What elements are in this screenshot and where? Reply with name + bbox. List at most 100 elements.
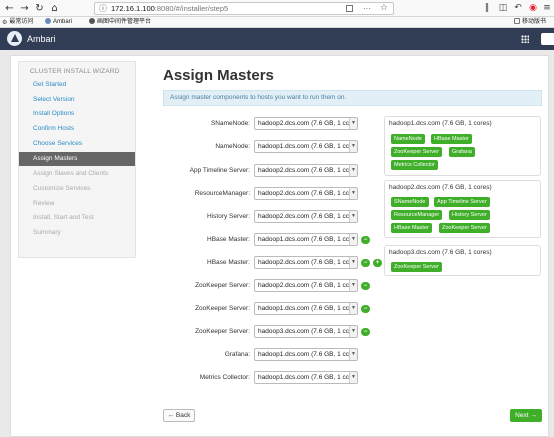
info-alert: Assign master components to hosts you wa…	[163, 90, 542, 106]
sidebar-item-get-started[interactable]: Get Started	[19, 78, 135, 92]
component-label: ZooKeeper Server:	[195, 305, 250, 312]
sidebar-item-install-options[interactable]: Install Options	[19, 107, 135, 121]
component-label: ZooKeeper Server:	[195, 328, 250, 335]
sidebar-item-select-version[interactable]: Select Version	[19, 93, 135, 107]
chevron-down-icon: ▼	[349, 280, 357, 291]
ambari-logo-icon	[7, 31, 22, 46]
host-title: hadoop1.dcs.com (7.6 GB, 1 cores)	[389, 120, 492, 127]
component-chip: SNameNode	[391, 197, 429, 207]
component-chip: NameNode	[391, 134, 425, 144]
chevron-down-icon: ▼	[349, 118, 357, 129]
host-select[interactable]: hadoop2.dcs.com (7.6 GB, 1 cc ▼	[254, 210, 358, 223]
component-chip: HBase Master	[391, 223, 432, 233]
component-chip: Metrics Collector	[391, 160, 438, 170]
assignment-row: ZooKeeper Server: hadoop3.dcs.com (7.6 G…	[130, 325, 380, 339]
reload-icon[interactable]: ↻	[33, 2, 46, 15]
host-select[interactable]: hadoop2.dcs.com (7.6 GB, 1 cc ▼	[254, 164, 358, 177]
host-select[interactable]: hadoop1.dcs.com (7.6 GB, 1 cc ▼	[254, 233, 358, 246]
host-select[interactable]: hadoop2.dcs.com (7.6 GB, 1 cc ▼	[254, 256, 358, 269]
component-chip: HBase Master	[431, 134, 472, 144]
component-label: Grafana:	[224, 351, 250, 358]
component-chip: App Timeline Server	[434, 197, 490, 207]
component-chip: History Server	[449, 210, 490, 220]
component-label: Metrics Collector:	[199, 374, 250, 381]
host-select[interactable]: hadoop3.dcs.com (7.6 GB, 1 cc ▼	[254, 325, 358, 338]
sidebar-title: CLUSTER INSTALL WIZARD	[30, 68, 120, 75]
host-select[interactable]: hadoop1.dcs.com (7.6 GB, 1 cc ▼	[254, 348, 358, 361]
bookmark-ambari[interactable]: Ambari	[45, 17, 72, 28]
qr-code-icon[interactable]	[346, 5, 353, 12]
wizard-sidebar: CLUSTER INSTALL WIZARD Get Started Selec…	[18, 61, 136, 258]
component-label: NameNode:	[215, 143, 250, 150]
component-label: SNameNode:	[210, 120, 250, 127]
home-icon[interactable]: ⌂	[48, 2, 61, 15]
remove-icon[interactable]: −	[361, 305, 370, 313]
host-select[interactable]: hadoop2.dcs.com (7.6 GB, 1 cc ▼	[254, 117, 358, 130]
undo-icon[interactable]: ↶	[512, 2, 524, 15]
component-chip: ZooKeeper Server	[391, 262, 442, 272]
chevron-down-icon: ▼	[349, 257, 357, 268]
user-menu-button[interactable]	[541, 33, 554, 45]
back-button[interactable]: ← Back	[163, 409, 195, 422]
add-icon[interactable]: +	[373, 259, 382, 267]
back-arrow-icon[interactable]: ←	[3, 2, 16, 15]
page-actions-icon[interactable]: ···	[363, 3, 371, 14]
app-name: Ambari	[27, 34, 56, 44]
component-label: HBase Master:	[207, 236, 250, 243]
component-chip: ResourceManager	[391, 210, 443, 220]
sidebar-item-assign-slaves: Assign Slaves and Clients	[33, 170, 109, 177]
host-select[interactable]: hadoop1.dcs.com (7.6 GB, 1 cc ▼	[254, 371, 358, 384]
sidebar-item-confirm-hosts[interactable]: Confirm Hosts	[19, 122, 135, 136]
folder-icon	[514, 18, 520, 24]
forward-arrow-icon[interactable]: →	[18, 2, 31, 15]
chevron-down-icon: ▼	[349, 303, 357, 314]
info-icon[interactable]: ⓘ	[99, 3, 107, 14]
assignment-row: ZooKeeper Server: hadoop2.dcs.com (7.6 G…	[130, 279, 380, 293]
chevron-down-icon: ▼	[349, 141, 357, 152]
address-bar[interactable]: ⓘ 172.16.1.100:8080/#/installer/step5 ··…	[94, 2, 394, 15]
library-icon[interactable]: ‖	[481, 2, 493, 15]
assignment-row: HBase Master: hadoop2.dcs.com (7.6 GB, 1…	[130, 256, 382, 270]
component-label: App Timeline Server:	[189, 167, 250, 174]
sidebar-item-install-start-test: Install, Start and Test	[33, 214, 94, 221]
host-card: hadoop1.dcs.com (7.6 GB, 1 cores) NameNo…	[384, 116, 541, 176]
component-chip: ZooKeeper Server	[439, 223, 490, 233]
sidebar-icon[interactable]: ◫	[497, 2, 509, 15]
menu-icon[interactable]: ≡	[541, 2, 553, 15]
next-button[interactable]: Next →	[510, 409, 542, 422]
host-select[interactable]: hadoop1.dcs.com (7.6 GB, 1 cc ▼	[254, 302, 358, 315]
bookmark-star-icon[interactable]: ☆	[380, 3, 388, 14]
assignment-row: Metrics Collector: hadoop1.dcs.com (7.6 …	[130, 371, 380, 385]
sidebar-item-assign-masters[interactable]: Assign Masters	[19, 152, 135, 166]
host-card: hadoop3.dcs.com (7.6 GB, 1 cores) ZooKee…	[384, 245, 541, 276]
globe-icon	[45, 18, 51, 24]
address-url: 172.16.1.100:8080/#/installer/step5	[111, 4, 229, 13]
remove-icon[interactable]: −	[361, 236, 370, 244]
remove-icon[interactable]: −	[361, 259, 370, 267]
apps-grid-icon[interactable]	[521, 35, 529, 43]
component-label: ZooKeeper Server:	[195, 282, 250, 289]
remove-icon[interactable]: −	[361, 282, 370, 290]
host-title: hadoop3.dcs.com (7.6 GB, 1 cores)	[389, 249, 492, 256]
remove-icon[interactable]: −	[361, 328, 370, 336]
host-select[interactable]: hadoop1.dcs.com (7.6 GB, 1 cc ▼	[254, 140, 358, 153]
extension-icon[interactable]: ◉	[527, 2, 539, 15]
chevron-down-icon: ▼	[349, 349, 357, 360]
assignment-row: Grafana: hadoop1.dcs.com (7.6 GB, 1 cc ▼	[130, 348, 380, 362]
host-select[interactable]: hadoop2.dcs.com (7.6 GB, 1 cc ▼	[254, 279, 358, 292]
bookmark-mobile[interactable]: 移动版书	[514, 17, 546, 28]
chevron-down-icon: ▼	[349, 165, 357, 176]
chevron-down-icon: ▼	[349, 188, 357, 199]
bookmark-platform[interactable]: 画图中间件管理平台	[89, 17, 151, 28]
chevron-down-icon: ▼	[349, 372, 357, 383]
chevron-down-icon: ▼	[349, 211, 357, 222]
browser-toolbar: ← → ↻ ⌂ ⓘ 172.16.1.100:8080/#/installer/…	[0, 0, 554, 17]
component-chip: Grafana	[449, 147, 475, 157]
host-select[interactable]: hadoop2.dcs.com (7.6 GB, 1 cc ▼	[254, 187, 358, 200]
sidebar-item-choose-services[interactable]: Choose Services	[19, 137, 135, 151]
sidebar-item-customize-services: Customize Services	[33, 185, 91, 192]
bookmark-most-visited[interactable]: ⚙ 最常访问	[2, 17, 33, 28]
app-header: Ambari	[0, 28, 554, 50]
host-title: hadoop2.dcs.com (7.6 GB, 1 cores)	[389, 184, 492, 191]
sidebar-item-review: Review	[33, 200, 55, 207]
